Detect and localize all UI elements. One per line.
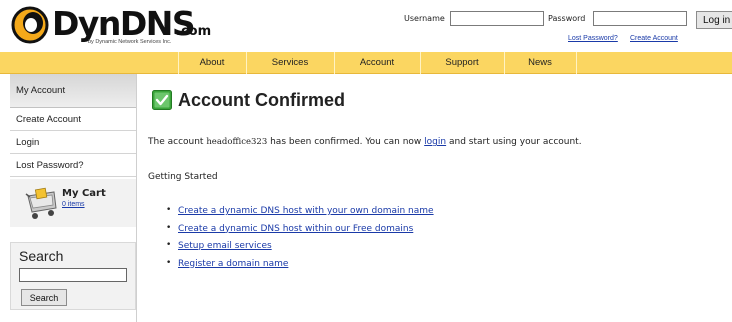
my-cart-title: My Cart [62, 188, 106, 199]
shopping-cart-icon[interactable] [24, 186, 60, 220]
sidebar-divider [136, 74, 137, 322]
list-item: Create a dynamic DNS host with your own … [166, 205, 434, 224]
page-title: Account Confirmed [178, 90, 346, 110]
login-link[interactable]: login [424, 137, 446, 147]
getting-started-heading: Getting Started [148, 172, 218, 182]
confirm-suffix: and start using your account. [446, 137, 582, 147]
register-domain-link[interactable]: Register a domain name [178, 259, 288, 269]
sidebar-heading-label: My Account [16, 85, 66, 96]
nav-support[interactable]: Support [420, 52, 504, 74]
nav-news[interactable]: News [504, 52, 576, 74]
nav-about[interactable]: About [178, 52, 246, 74]
password-input[interactable] [593, 11, 687, 26]
setup-email-link[interactable]: Setup email services [178, 241, 272, 251]
my-cart-panel: My Cart 0 items [10, 179, 136, 227]
sidebar-item-login[interactable]: Login [10, 131, 136, 154]
site-header: DynDNS .com by Dynamic Network Services … [0, 0, 732, 52]
list-item: Create a dynamic DNS host within our Fre… [166, 223, 434, 242]
sidebar-item-create-account[interactable]: Create Account [10, 108, 136, 131]
sidebar-heading[interactable]: My Account [10, 74, 136, 108]
getting-started-list: Create a dynamic DNS host with your own … [166, 205, 434, 277]
lost-password-link[interactable]: Lost Password? [568, 35, 618, 42]
confirm-prefix: The account [148, 137, 207, 147]
search-title: Search [19, 248, 64, 264]
search-panel: Search Search [10, 242, 136, 310]
list-item: Register a domain name [166, 258, 434, 277]
sidebar-item-lost-password[interactable]: Lost Password? [10, 154, 136, 177]
create-custom-domain-host-link[interactable]: Create a dynamic DNS host with your own … [178, 206, 434, 216]
logo-text: DynDNS [52, 4, 196, 43]
checkmark-icon [152, 90, 172, 110]
dyndns-logo[interactable]: DynDNS .com by Dynamic Network Services … [10, 5, 220, 47]
logo-ring-icon [11, 6, 49, 44]
create-account-link[interactable]: Create Account [630, 35, 678, 42]
username-input[interactable] [450, 11, 544, 26]
create-free-domain-host-link[interactable]: Create a dynamic DNS host within our Fre… [178, 224, 413, 234]
nav-services[interactable]: Services [246, 52, 334, 74]
search-input[interactable] [19, 268, 127, 282]
nav-account[interactable]: Account [334, 52, 420, 74]
confirm-middle: has been confirmed. You can now [267, 137, 425, 147]
search-button[interactable]: Search [21, 289, 67, 306]
sidebar-item-label: Lost Password? [16, 160, 84, 171]
password-label: Password [548, 14, 586, 23]
main-navigation: About Services Account Support News [0, 52, 732, 74]
login-button[interactable]: Log in [696, 11, 732, 29]
list-item: Setup email services [166, 240, 434, 259]
main-content: Account Confirmed The account headoffice… [148, 74, 728, 322]
logo-tagline: by Dynamic Network Services Inc. [88, 39, 172, 45]
nav-separator [576, 52, 577, 74]
sidebar-item-label: Create Account [16, 114, 81, 125]
sidebar-item-label: Login [16, 137, 40, 148]
account-name: headoffice323 [206, 137, 268, 147]
logo-suffix: .com [176, 24, 212, 39]
confirmation-message: The account headoffice323 has been confi… [148, 137, 582, 147]
cart-items-link[interactable]: 0 items [62, 201, 85, 208]
username-label: Username [404, 14, 445, 23]
